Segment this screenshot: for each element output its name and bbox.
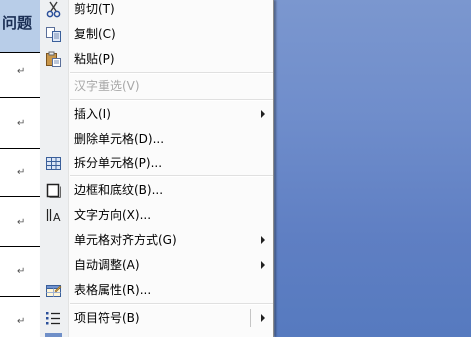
menu-item-label: 边框和底纹(B)... <box>74 183 164 197</box>
menu-item-label: 拆分单元格(P)... <box>74 156 163 170</box>
menu-item-insert[interactable]: 插入(I) <box>40 102 273 127</box>
menu-item-table-properties[interactable]: 表格属性(R)... <box>40 278 273 303</box>
menu-item-reconvert: 汉字重选(V) <box>40 74 273 99</box>
menu-item-text-direction[interactable]: A 文字方向(X)... <box>40 203 273 228</box>
menu-item-split-cells[interactable]: 拆分单元格(P)... <box>40 151 273 176</box>
paste-icon <box>46 51 61 67</box>
menu-item-label: 文字方向(X)... <box>74 208 152 222</box>
menu-separator <box>70 99 273 101</box>
table-row-border <box>0 296 40 297</box>
table-header-cell[interactable]: 问题 <box>0 0 40 53</box>
menu-item-label: 表格属性(R)... <box>74 283 152 297</box>
paragraph-mark: ↵ <box>17 118 26 129</box>
table-row-border <box>0 97 40 98</box>
document-table[interactable]: 问题 ↵ ↵ ↵ ↵ ↵ ↵ <box>0 0 41 337</box>
table-row-border <box>0 196 40 197</box>
menu-item-copy[interactable]: 复制(C) <box>40 22 273 47</box>
desktop-background <box>275 0 471 337</box>
menu-item-label: 汉字重选(V) <box>74 79 140 93</box>
paragraph-mark: ↵ <box>17 316 26 327</box>
menu-item-borders-shading[interactable]: 边框和底纹(B)... <box>40 178 273 203</box>
menu-item-delete-cells[interactable]: 删除单元格(D)... <box>40 127 273 152</box>
menu-item-label: 复制(C) <box>74 27 116 41</box>
submenu-arrow-icon <box>261 261 265 269</box>
menu-item-label: 剪切(T) <box>74 2 115 16</box>
paragraph-mark: ↵ <box>17 66 26 77</box>
menu-item-label: 自动调整(A) <box>74 258 140 272</box>
text-direction-icon: A <box>46 209 61 224</box>
menu-item-label: 粘贴(P) <box>74 52 115 66</box>
table-row-border <box>0 148 40 149</box>
menu-item-cut[interactable]: 剪切(T) <box>40 0 273 22</box>
scissors-icon <box>46 1 61 18</box>
svg-text:A: A <box>53 211 61 224</box>
menu-item-label: 项目符号(B) <box>74 311 140 325</box>
paragraph-mark: ↵ <box>17 266 26 277</box>
partial-menu-icon <box>45 333 62 337</box>
copy-icon <box>46 27 61 42</box>
paragraph-mark: ↵ <box>17 167 26 178</box>
menu-separator <box>70 175 273 177</box>
menu-separator <box>70 303 273 305</box>
table-properties-icon <box>46 285 62 297</box>
menu-item-cell-alignment[interactable]: 单元格对齐方式(G) <box>40 228 273 253</box>
menu-item-label: 插入(I) <box>74 107 111 121</box>
split-button-divider <box>250 309 251 327</box>
bullets-icon <box>46 312 60 325</box>
menu-item-label: 删除单元格(D)... <box>74 132 165 146</box>
split-cells-icon <box>46 157 61 170</box>
context-menu: 剪切(T) 复制(C) 粘贴(P) 汉字重选(V) 插入(I) 删除单元格(D)… <box>40 0 274 337</box>
submenu-arrow-icon[interactable] <box>261 314 265 322</box>
submenu-arrow-icon <box>261 236 265 244</box>
menu-item-autofit[interactable]: 自动调整(A) <box>40 253 273 278</box>
menu-item-bullets[interactable]: 项目符号(B) <box>40 306 273 331</box>
menu-item-paste[interactable]: 粘贴(P) <box>40 47 273 72</box>
paragraph-mark: ↵ <box>17 217 26 228</box>
borders-shading-icon <box>46 183 61 198</box>
menu-item-label: 单元格对齐方式(G) <box>74 233 177 247</box>
submenu-arrow-icon <box>261 110 265 118</box>
table-header-text: 问题 <box>2 14 33 32</box>
table-row-border <box>0 246 40 247</box>
